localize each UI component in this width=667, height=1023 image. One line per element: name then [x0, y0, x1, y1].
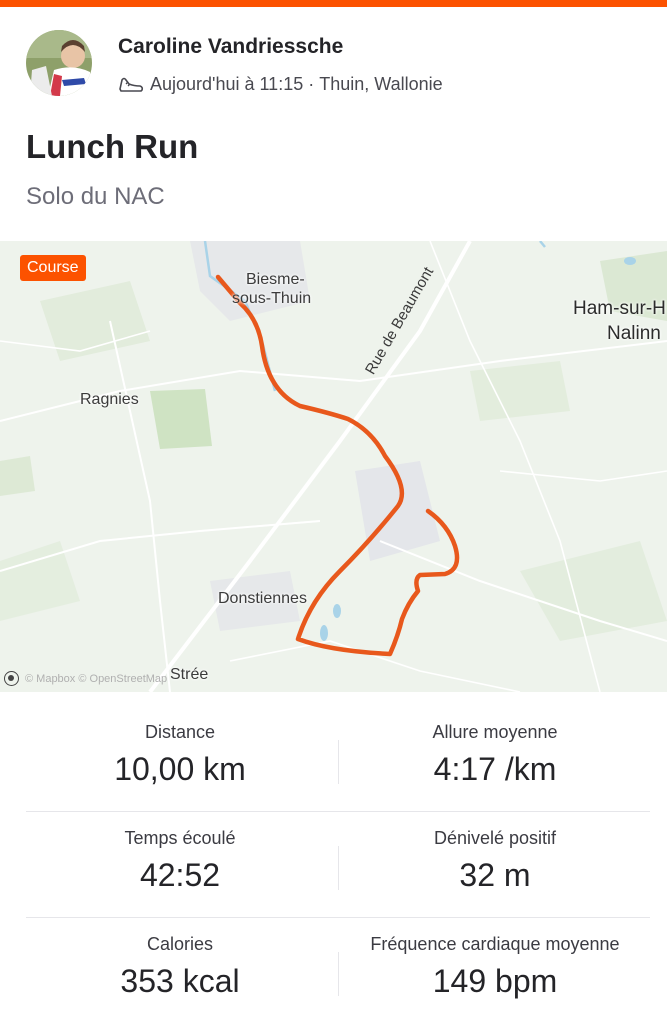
stat-calories: Calories 353 kcal: [30, 934, 330, 1000]
map-label-biesme: Biesme-: [246, 271, 305, 288]
activity-location: Thuin, Wallonie: [319, 73, 443, 94]
shoe-icon: [118, 74, 144, 94]
route-map[interactable]: Course Biesme- sous-Thuin Ragnies Ham-su…: [0, 241, 667, 692]
stat-label: Allure moyenne: [432, 722, 558, 742]
map-label-biesme-2: sous-Thuin: [232, 290, 312, 307]
stat-value: 32 m: [459, 857, 531, 893]
map-label-ragnies: Ragnies: [80, 391, 139, 408]
stat-elapsed-time: Temps écoulé 42:52: [30, 828, 330, 894]
stat-value: 4:17 /km: [433, 751, 557, 787]
mapbox-logo-icon: [4, 671, 19, 686]
brand-top-bar: [0, 0, 667, 7]
route-line: [215, 274, 460, 657]
stat-label: Calories: [146, 934, 214, 954]
stat-label: Temps écoulé: [124, 828, 236, 848]
row-divider: [26, 917, 650, 918]
map-attribution[interactable]: © Mapbox © OpenStreetMap: [4, 671, 167, 686]
map-label-stree: Strée: [170, 666, 209, 683]
map-label-nalinnes: Nalinn: [607, 323, 661, 344]
column-divider: [338, 846, 339, 890]
activity-title[interactable]: Lunch Run: [26, 128, 198, 166]
column-divider: [338, 952, 339, 996]
meta-separator: ·: [308, 73, 315, 94]
avatar[interactable]: [26, 30, 92, 96]
activity-description: Solo du NAC: [26, 183, 165, 210]
column-divider: [338, 740, 339, 784]
activity-header: Caroline Vandriessche Aujourd'hui à 11:1…: [26, 30, 646, 100]
activity-meta: Aujourd'hui à 11:15 · Thuin, Wallonie: [118, 72, 443, 96]
activity-stats: Distance 10,00 km Allure moyenne 4:17 /k…: [0, 704, 667, 1023]
map-label-ham: Ham-sur-H: [573, 298, 666, 319]
stat-label: Fréquence cardiaque moyenne: [370, 934, 620, 954]
stat-value: 149 bpm: [432, 963, 558, 999]
stat-value: 10,00 km: [114, 751, 246, 787]
stat-label: Dénivelé positif: [433, 828, 557, 848]
activity-timestamp: Aujourd'hui à 11:15: [150, 73, 304, 94]
stat-elevation-gain: Dénivelé positif 32 m: [345, 828, 645, 894]
row-divider: [26, 811, 650, 812]
stat-value: 353 kcal: [120, 963, 240, 999]
attribution-text: © Mapbox © OpenStreetMap: [25, 672, 168, 685]
sport-type-badge: Course: [20, 255, 86, 281]
stat-value: 42:52: [139, 857, 221, 893]
map-label-donstiennes: Donstiennes: [218, 590, 307, 607]
stat-label: Distance: [144, 722, 216, 742]
stat-heart-rate: Fréquence cardiaque moyenne 149 bpm: [345, 934, 645, 1000]
stat-pace: Allure moyenne 4:17 /km: [345, 722, 645, 788]
athlete-name[interactable]: Caroline Vandriessche: [118, 35, 343, 59]
stat-distance: Distance 10,00 km: [30, 722, 330, 788]
